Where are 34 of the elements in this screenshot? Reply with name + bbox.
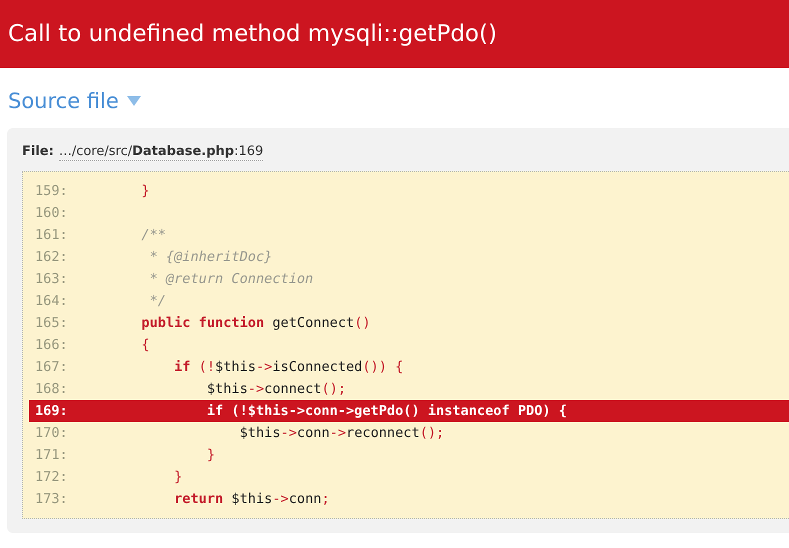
line-number: 172: bbox=[34, 469, 69, 485]
code-line: return $this->conn; bbox=[173, 491, 330, 507]
code-line: */ bbox=[148, 293, 166, 309]
line-number: 161: bbox=[34, 227, 69, 243]
code-line: } bbox=[206, 447, 216, 463]
caret-icon[interactable] bbox=[126, 96, 141, 106]
code-line: * {@inheritDoc} bbox=[148, 249, 272, 265]
code-line: } bbox=[173, 469, 182, 485]
line-number: 162: bbox=[34, 249, 69, 265]
code-line: if (!$this->conn->getPdo() instanceof PDO) { bbox=[206, 403, 567, 419]
code-line: } bbox=[140, 183, 150, 199]
line-number: 173: bbox=[34, 491, 69, 507]
line-number: 168: bbox=[34, 381, 69, 397]
line-number: 159: bbox=[34, 183, 69, 199]
line-number: 165: bbox=[34, 315, 69, 331]
line-number: 170: bbox=[34, 425, 69, 441]
line-number: 167: bbox=[34, 359, 69, 375]
code-line: /** bbox=[140, 227, 166, 243]
section-title[interactable]: Source file bbox=[8, 89, 119, 113]
line-number: 169: bbox=[34, 403, 69, 419]
code-line: $this->conn->reconnect(); bbox=[238, 425, 444, 441]
line-number: 160: bbox=[34, 205, 69, 221]
file-label: File: bbox=[22, 144, 54, 159]
error-title: Call to undefined method mysqli::getPdo() bbox=[8, 21, 497, 47]
line-number: 171: bbox=[34, 447, 69, 463]
code-line: if (!$this->isConnected()) { bbox=[173, 359, 404, 375]
line-number: 166: bbox=[34, 337, 69, 353]
code-line: * @return Connection bbox=[148, 271, 314, 287]
line-number: 164: bbox=[34, 293, 69, 309]
file-path: …/core/src/Database.php:169 bbox=[58, 144, 264, 161]
line-number: 163: bbox=[34, 271, 69, 287]
code-line: public function getConnect() bbox=[140, 315, 371, 331]
code-line: { bbox=[140, 337, 150, 353]
code-line: $this->connect(); bbox=[206, 381, 346, 397]
